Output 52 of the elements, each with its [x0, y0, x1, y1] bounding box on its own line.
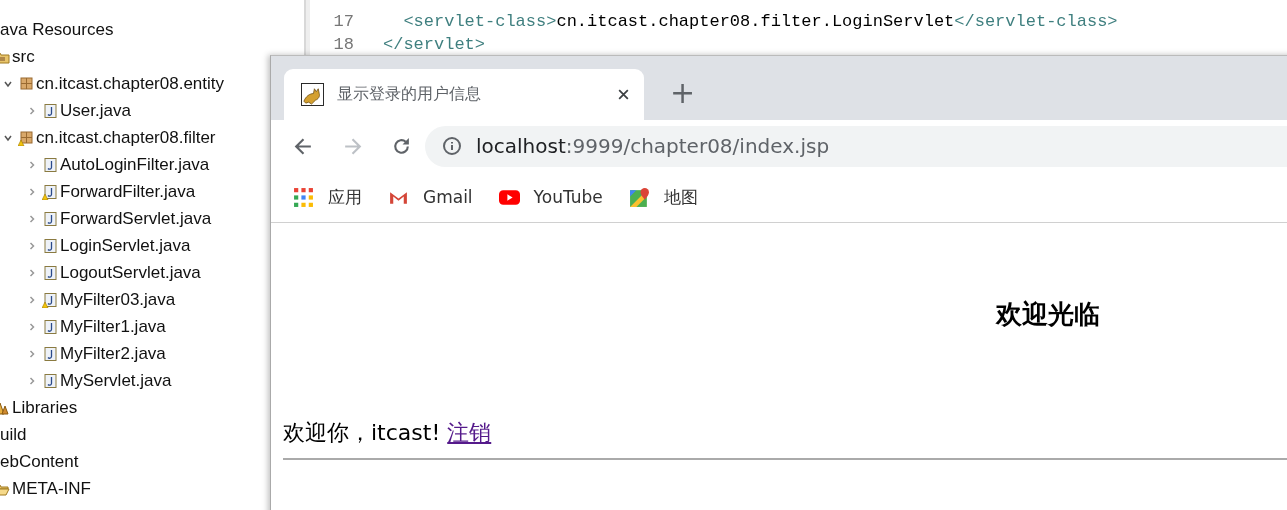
- tree-item[interactable]: LogoutServlet.java: [60, 262, 201, 283]
- info-icon: [442, 136, 462, 156]
- tree-item[interactable]: src: [12, 46, 35, 67]
- code-line: <servlet-class>cn.itcast.chapter08.filter.LoginServlet</servlet-class>: [402, 12, 1118, 31]
- greeting-text: 欢迎你，itcast!: [283, 420, 441, 445]
- java-file-icon: [42, 210, 58, 227]
- tree-item[interactable]: ForwardServlet.java: [60, 208, 212, 229]
- page-heading: 欢迎光临: [996, 298, 1100, 331]
- tree-item[interactable]: User.java: [60, 100, 131, 121]
- tree-item[interactable]: MyFilter03.java: [60, 289, 176, 310]
- tree-item[interactable]: MyServlet.java: [60, 370, 172, 391]
- tree-item[interactable]: AutoLoginFilter.java: [60, 154, 210, 175]
- tree-item[interactable]: ava Resources: [0, 19, 114, 40]
- url-text: localhost:9999/chapter08/index.jsp: [476, 134, 830, 158]
- tree-item[interactable]: uild: [0, 424, 27, 445]
- new-tab-button[interactable]: +: [664, 69, 702, 120]
- close-icon[interactable]: [617, 88, 630, 101]
- tree-item[interactable]: META-INF: [12, 478, 91, 499]
- tab-title: 显示登录的用户信息: [337, 84, 482, 105]
- tree-item[interactable]: ebContent: [0, 451, 79, 472]
- tree-item[interactable]: ForwardFilter.java: [60, 181, 196, 202]
- map-icon: [628, 186, 650, 208]
- java-file-warning-icon: [42, 183, 58, 200]
- line-number: 18: [332, 35, 354, 54]
- java-file-icon: [42, 102, 58, 119]
- bookmark[interactable]: YouTube: [498, 186, 603, 208]
- java-file-icon: [42, 156, 58, 173]
- apps-grid-icon: [293, 186, 314, 208]
- java-file-icon: [42, 318, 58, 335]
- bookmark[interactable]: 地图: [628, 185, 698, 209]
- java-file-icon: [42, 264, 58, 281]
- package-icon: [18, 75, 34, 92]
- bookmark[interactable]: Gmail: [388, 186, 473, 208]
- java-file-icon: [42, 372, 58, 389]
- tree-item[interactable]: LoginServlet.java: [60, 235, 191, 256]
- java-file-icon: [42, 237, 58, 254]
- bookmark[interactable]: 应用: [293, 185, 362, 209]
- logout-link[interactable]: 注销: [447, 420, 492, 445]
- tree-item[interactable]: cn.itcast.chapter08.entity: [36, 73, 225, 94]
- address-bar[interactable]: localhost:9999/chapter08/index.jsp: [425, 125, 1287, 167]
- java-file-icon: [42, 345, 58, 362]
- browser-tab[interactable]: 显示登录的用户信息: [284, 69, 644, 120]
- tree-item[interactable]: MyFilter2.java: [60, 343, 166, 364]
- tree-item[interactable]: MyFilter1.java: [60, 316, 166, 337]
- package-warning-icon: [18, 129, 34, 146]
- reload-icon[interactable]: [391, 135, 412, 157]
- code-line: </servlet>: [383, 35, 486, 54]
- cat-icon: [301, 83, 324, 106]
- tree-item[interactable]: Libraries: [12, 397, 78, 418]
- java-file-warning-icon: [42, 291, 58, 308]
- tree-item[interactable]: cn.itcast.chapter08.filter: [36, 127, 216, 148]
- line-number: 17: [332, 12, 354, 31]
